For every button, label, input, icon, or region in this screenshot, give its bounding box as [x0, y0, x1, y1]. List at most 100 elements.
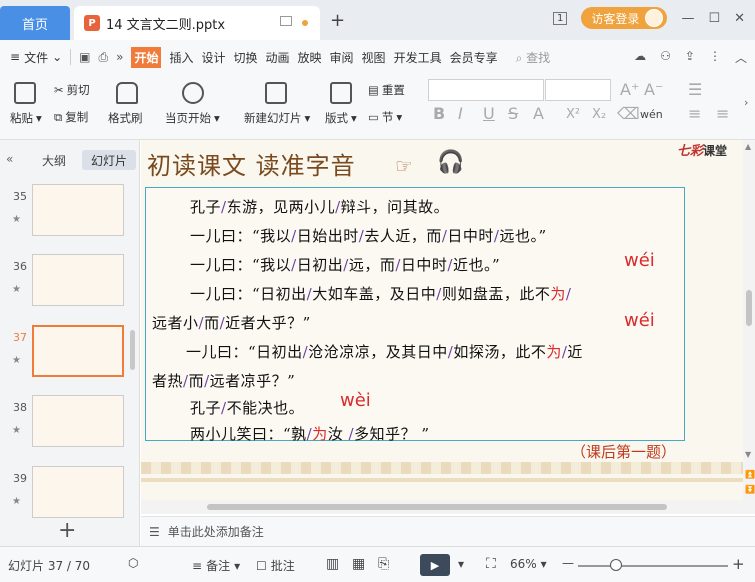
tab-review[interactable]: 审阅 [330, 49, 354, 66]
tab-slides[interactable]: 幻灯片 [82, 150, 136, 170]
font-family-select[interactable] [428, 79, 544, 101]
tab-home[interactable]: 开始 [131, 46, 162, 68]
tab-animation[interactable]: 动画 [266, 49, 290, 66]
share-user-icon[interactable]: ⚇ [660, 49, 671, 66]
home-tab[interactable]: 首页 [0, 6, 70, 40]
more-icon[interactable]: » [116, 50, 123, 64]
tab-slideshow[interactable]: 放映 [298, 49, 322, 66]
vertical-scrollbar[interactable]: ▲ ▼ ⏫ ⏬ [743, 140, 755, 500]
slide-thumbnail-38[interactable]: 38 ★ [0, 395, 130, 455]
copy-button[interactable]: ⧉ 复制 [54, 109, 88, 125]
superscript-button[interactable]: X² [566, 107, 580, 122]
search-box[interactable]: ⌕ 查找 [516, 49, 551, 66]
notes-toggle-button[interactable]: ≡ 备注 ▾ [192, 557, 240, 574]
font-color-button[interactable]: A [533, 104, 544, 123]
brush-icon[interactable] [116, 82, 138, 104]
bullet-list-icon[interactable]: ☰ [688, 80, 702, 99]
headphones-icon: 🎧 [437, 150, 465, 175]
vertical-scroll-thumb[interactable] [746, 290, 752, 326]
maximize-button[interactable]: ☐ [708, 11, 720, 26]
document-tab[interactable]: P 14 文言文二则.pptx [74, 6, 320, 40]
monitor-icon[interactable] [280, 16, 292, 26]
collapse-panel-icon[interactable]: « [6, 152, 13, 166]
play-from-current-button[interactable]: 当页开始 ▾ [165, 110, 220, 126]
zoom-select[interactable]: 66% ▾ [510, 557, 547, 571]
print-icon[interactable]: ⎙ [98, 50, 108, 65]
font-size-select[interactable] [545, 79, 611, 101]
section-button[interactable]: ▭ 节 ▾ [368, 109, 402, 125]
save-icon[interactable]: ▣ [79, 50, 90, 64]
slide-thumbnail-39[interactable]: 39 ★ [0, 466, 130, 526]
underline-button[interactable]: U [483, 104, 495, 123]
close-button[interactable]: ✕ [734, 11, 745, 26]
text-box[interactable]: 孔子/东游，见两小儿/辩斗，问其故。 一儿曰：“我以/日始出时/去人近，而/日中… [145, 187, 685, 443]
tab-insert[interactable]: 插入 [169, 49, 193, 66]
horizontal-scrollbar[interactable] [141, 500, 755, 514]
slide-sorter-view-icon[interactable]: ▦ [352, 556, 365, 572]
add-slide-button[interactable]: + [58, 518, 76, 543]
window-count-indicator[interactable]: 1 [553, 11, 568, 25]
slide-thumbnail-37[interactable]: 37 ★ [0, 325, 130, 385]
strikethrough-button[interactable]: S [508, 104, 518, 123]
slide-canvas[interactable]: 初读课文 读准字音 ☞ 🎧 七彩课堂 孔子/东游，见两小儿/辩斗，问其故。 一儿… [141, 140, 743, 500]
collapse-ribbon-icon[interactable]: ︿ [735, 49, 747, 66]
align-center-icon[interactable]: ≡ [716, 104, 729, 123]
align-left-icon[interactable]: ≡ [688, 104, 701, 123]
play-options-icon[interactable]: ▾ [458, 557, 464, 571]
more-options-icon[interactable]: ⋮ [709, 49, 721, 66]
panel-scrollbar[interactable] [130, 330, 135, 370]
tab-member[interactable]: 会员专享 [450, 49, 498, 66]
cloud-icon[interactable]: ☁ [634, 49, 646, 66]
ribbon-scroll-right-icon[interactable]: › [744, 96, 748, 109]
new-tab-button[interactable]: + [330, 10, 345, 31]
zoom-slider[interactable] [578, 565, 728, 567]
subscript-button[interactable]: X₂ [592, 107, 606, 122]
eraser-icon[interactable]: ⌫ [617, 104, 640, 123]
scroll-up-icon[interactable]: ▲ [745, 142, 751, 151]
guest-login-button[interactable]: 访客登录 [581, 7, 668, 29]
notes-pane[interactable]: ☰ 单击此处添加备注 [141, 516, 755, 546]
tab-view[interactable]: 视图 [362, 49, 386, 66]
layout-icon[interactable] [330, 82, 352, 104]
bold-button[interactable]: B [433, 104, 445, 123]
zoom-slider-knob[interactable] [609, 559, 622, 571]
tab-transition[interactable]: 切换 [233, 49, 257, 66]
minimize-button[interactable]: — [681, 11, 694, 26]
horizontal-scroll-thumb[interactable] [207, 504, 667, 510]
play-icon[interactable] [182, 82, 204, 104]
share-icon[interactable]: ⇪ [685, 49, 695, 66]
decrease-font-icon[interactable]: A⁻ [644, 80, 663, 99]
tab-developer[interactable]: 开发工具 [394, 49, 442, 66]
pinyin-guide-button[interactable]: wén [640, 108, 663, 121]
italic-button[interactable]: I [458, 104, 463, 123]
format-painter-button[interactable]: 格式刷 [108, 110, 143, 126]
notes-placeholder[interactable]: 单击此处添加备注 [168, 523, 264, 540]
file-menu[interactable]: ≡ 文件 ⌄ [10, 49, 62, 66]
paste-icon[interactable] [14, 82, 36, 104]
layout-button[interactable]: 版式 ▾ [325, 110, 357, 126]
reading-view-icon[interactable]: ⎘ [378, 556, 389, 572]
zoom-out-button[interactable]: — [562, 556, 574, 570]
status-bar: 幻灯片 37 / 70 ⬡ ≡ 备注 ▾ ☐ 批注 ▥ ▦ ⎘ ▶ ▾ ⛶ 66% ▾ … [0, 546, 755, 582]
comment-button[interactable]: ☐ 批注 [256, 557, 295, 574]
increase-font-icon[interactable]: A⁺ [620, 80, 639, 99]
tab-outline[interactable]: 大纲 [42, 152, 66, 169]
paste-button[interactable]: 粘贴 ▾ [10, 110, 42, 126]
slide-title[interactable]: 初读课文 读准字音 [147, 146, 356, 181]
normal-view-icon[interactable]: ▥ [326, 556, 339, 572]
scroll-down-icon[interactable]: ▼ [745, 450, 751, 459]
prev-page-icon[interactable]: ⏫ [745, 470, 755, 479]
new-slide-icon[interactable] [265, 82, 287, 104]
text-run: 日始出时 [296, 227, 359, 245]
reset-button[interactable]: ▤ 重置 [368, 82, 405, 98]
slideshow-play-button[interactable]: ▶ [420, 554, 450, 576]
zoom-in-button[interactable]: + [732, 555, 745, 573]
tab-design[interactable]: 设计 [201, 49, 225, 66]
cube-icon[interactable]: ⬡ [128, 556, 138, 570]
cut-button[interactable]: ✂ 剪切 [54, 82, 90, 98]
slide-thumbnail-36[interactable]: 36 ★ [0, 254, 130, 314]
fit-window-icon[interactable]: ⛶ [486, 556, 496, 572]
slide-thumbnail-35[interactable]: 35 ★ [0, 184, 130, 244]
next-page-icon[interactable]: ⏬ [745, 485, 755, 494]
new-slide-button[interactable]: 新建幻灯片 ▾ [244, 110, 310, 126]
